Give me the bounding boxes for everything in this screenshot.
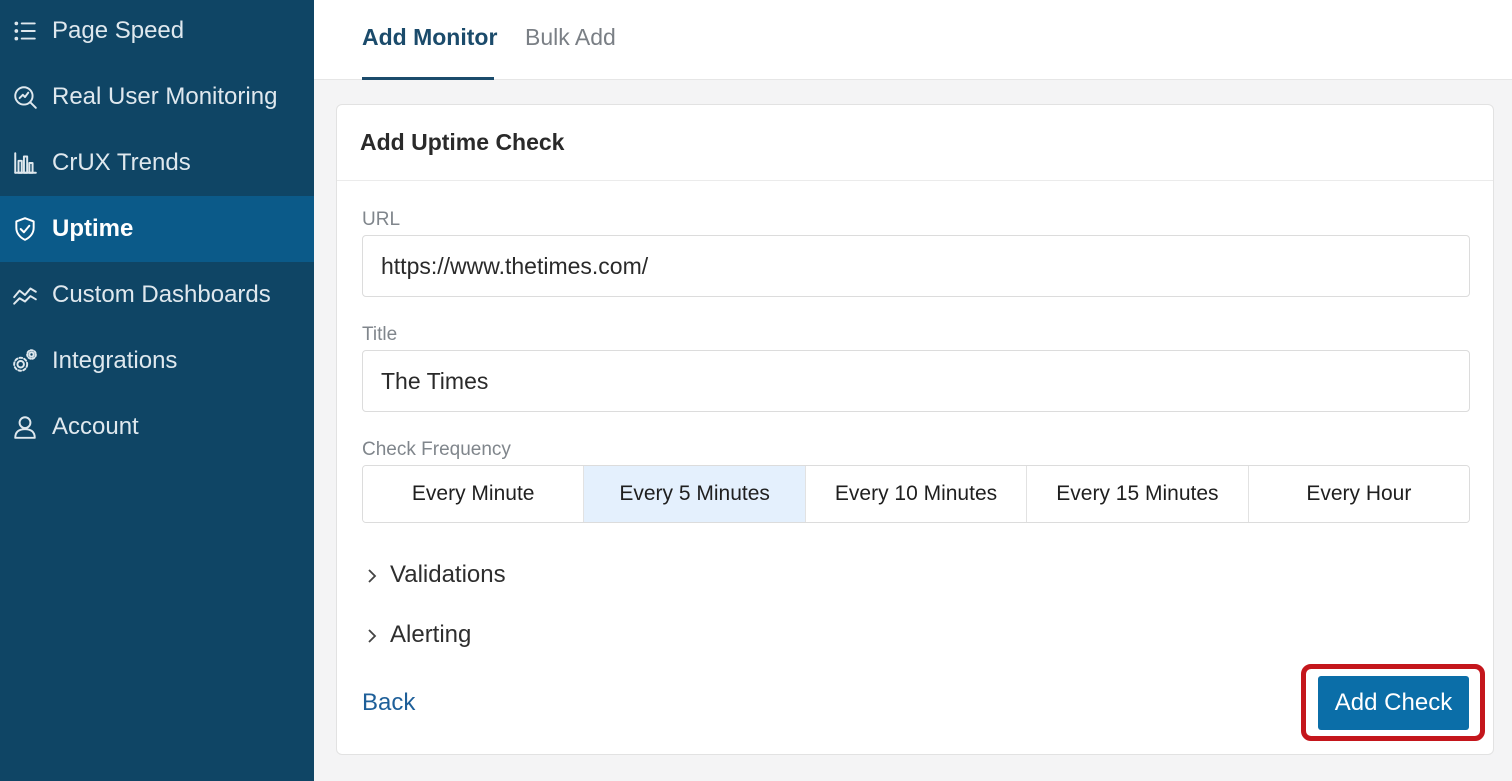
sidebar-item-real-user-monitoring[interactable]: Real User Monitoring (0, 64, 314, 130)
frequency-option-every-5-minutes[interactable]: Every 5 Minutes (584, 466, 806, 522)
validations-toggle[interactable]: Validations (362, 561, 506, 589)
title-label: Title (362, 324, 398, 345)
shield-check-icon (12, 216, 38, 242)
sidebar-item-label: Custom Dashboards (52, 281, 271, 308)
chevron-right-icon (362, 565, 382, 585)
card-title: Add Uptime Check (360, 129, 565, 155)
user-icon (12, 414, 38, 440)
tab-add-monitor[interactable]: Add Monitor (362, 24, 497, 51)
sidebar-item-label: Uptime (52, 215, 134, 242)
frequency-option-every-15-minutes[interactable]: Every 15 Minutes (1027, 466, 1249, 522)
tab-bulk-add[interactable]: Bulk Add (525, 24, 616, 51)
sidebar-item-label: Integrations (52, 347, 178, 374)
title-input[interactable] (362, 350, 1470, 412)
sidebar-item-uptime[interactable]: Uptime (0, 196, 314, 262)
tab-bar: Add Monitor Bulk Add (314, 0, 1512, 80)
back-link[interactable]: Back (362, 689, 415, 717)
url-input[interactable] (362, 235, 1470, 297)
active-tab-indicator (362, 77, 494, 80)
add-uptime-check-card: Add Uptime Check URL Title Check Frequen… (336, 104, 1494, 755)
sidebar-item-label: CrUX Trends (52, 149, 191, 176)
add-check-button[interactable]: Add Check (1318, 676, 1469, 730)
sidebar-item-custom-dashboards[interactable]: Custom Dashboards (0, 262, 314, 328)
sidebar-item-integrations[interactable]: Integrations (0, 328, 314, 394)
frequency-option-every-10-minutes[interactable]: Every 10 Minutes (805, 466, 1028, 522)
sidebar-item-page-speed[interactable]: Page Speed (0, 0, 314, 64)
url-label: URL (362, 209, 401, 230)
sidebar-item-label: Page Speed (52, 17, 185, 44)
chevron-right-icon (362, 625, 382, 645)
sidebar-item-label: Account (52, 413, 139, 440)
card-header: Add Uptime Check (337, 105, 1493, 181)
trend-lines-icon (12, 282, 38, 308)
validations-label: Validations (390, 561, 506, 588)
gauge-search-icon (12, 84, 38, 110)
frequency-option-every-hour[interactable]: Every Hour (1248, 466, 1469, 522)
alerting-label: Alerting (390, 621, 472, 648)
check-frequency-selector: Every Minute Every 5 Minutes Every 10 Mi… (362, 465, 1470, 523)
check-frequency-label: Check Frequency (362, 439, 511, 460)
frequency-option-every-minute[interactable]: Every Minute (363, 466, 585, 522)
sidebar: Page Speed Real User Monitoring CrUX Tre… (0, 0, 314, 781)
bar-chart-icon (12, 150, 38, 176)
sidebar-item-crux-trends[interactable]: CrUX Trends (0, 130, 314, 196)
list-icon (12, 18, 38, 44)
gears-icon (12, 348, 38, 374)
sidebar-item-account[interactable]: Account (0, 394, 314, 460)
alerting-toggle[interactable]: Alerting (362, 621, 471, 649)
sidebar-item-label: Real User Monitoring (52, 83, 278, 110)
